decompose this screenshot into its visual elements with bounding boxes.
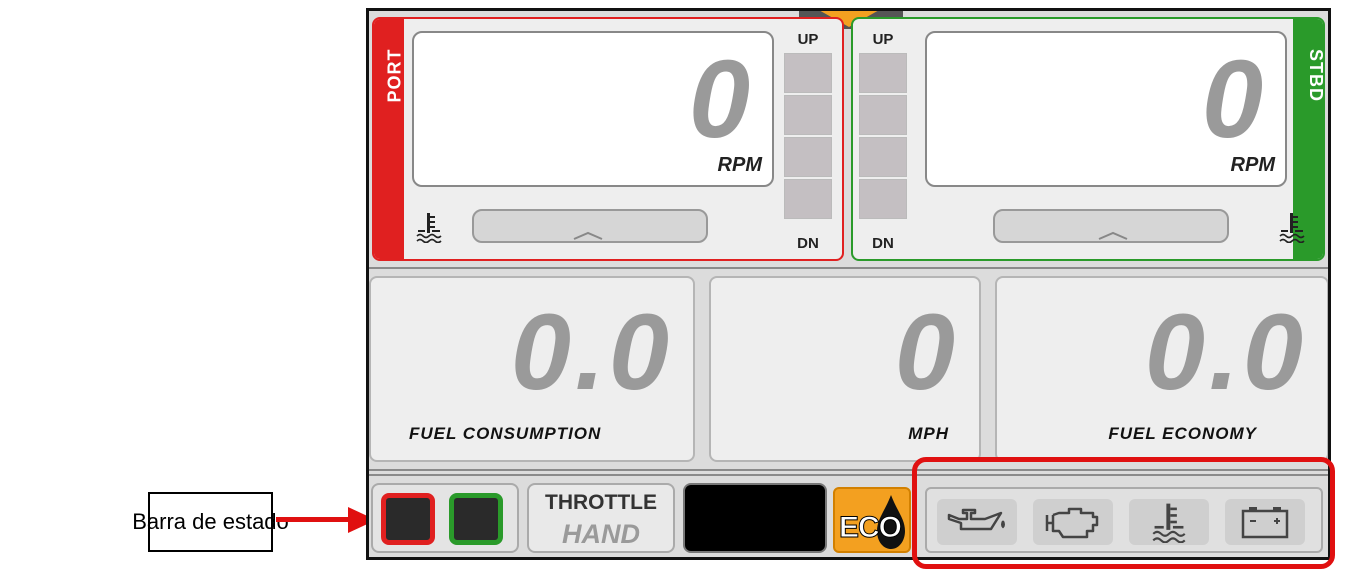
port-side-strip: PORT (374, 19, 405, 259)
speed-gauge[interactable]: 0 MPH (709, 276, 981, 462)
stbd-trim-dn-label: DN (872, 235, 894, 252)
fuel-economy-value: 0.0 (1144, 291, 1307, 412)
port-rpm-value: 0 (688, 38, 750, 161)
eco-mode-button[interactable]: ECO (833, 487, 911, 553)
annotation-callout: Barra de estado (132, 492, 289, 552)
speed-unit-label: MPH (908, 424, 949, 443)
throttle-mode-button[interactable]: THROTTLE HAND (527, 483, 675, 553)
stbd-trim-segment (859, 95, 907, 135)
eco-label: ECO (838, 511, 902, 545)
stbd-rpm-value: 0 (1201, 38, 1263, 161)
stbd-rpm-unit: RPM (1230, 154, 1275, 176)
port-label: PORT (384, 48, 405, 103)
fuel-economy-gauge[interactable]: 0.0 FUEL ECONOMY (995, 276, 1328, 462)
stbd-engine-select-button[interactable] (449, 493, 503, 545)
port-temp-bar (472, 209, 708, 243)
annotation-arrow-line (276, 517, 350, 522)
port-trim-dn-label: DN (797, 235, 819, 252)
stbd-trim-segment (859, 53, 907, 93)
stbd-trim-segment (859, 137, 907, 177)
stbd-trim-up-label: UP (872, 31, 894, 48)
speed-value: 0 (894, 291, 959, 412)
annotation-highlight-frame (912, 457, 1335, 569)
port-trim-segment (784, 179, 832, 219)
water-temp-icon (414, 211, 444, 244)
port-rpm-display[interactable]: 0 RPM (412, 31, 774, 187)
port-trim-segment (784, 53, 832, 93)
stbd-label: STBD (1306, 49, 1326, 102)
stbd-trim-indicator: UP DN (857, 31, 909, 253)
port-trim-up-label: UP (797, 31, 819, 48)
fuel-consumption-label: FUEL CONSUMPTION (409, 424, 602, 443)
port-engine-select-button[interactable] (381, 493, 435, 545)
fuel-economy-label: FUEL ECONOMY (1108, 424, 1257, 443)
section-divider (369, 267, 1328, 269)
port-trim-segment (784, 137, 832, 177)
stbd-rpm-display[interactable]: 0 RPM (925, 31, 1287, 187)
stbd-temp-bar (993, 209, 1229, 243)
port-trim-segment (784, 95, 832, 135)
port-engine-panel: PORT 0 RPM UP DN (372, 17, 844, 261)
stbd-trim-segment (859, 179, 907, 219)
throttle-mode-value: HAND (562, 519, 640, 549)
message-area (683, 483, 827, 553)
fuel-consumption-value: 0.0 (510, 291, 673, 412)
port-rpm-unit: RPM (717, 154, 762, 176)
throttle-title: THROTTLE (545, 491, 657, 514)
stbd-engine-panel: STBD 0 RPM UP DN (851, 17, 1326, 261)
fuel-consumption-gauge[interactable]: 0.0 FUEL CONSUMPTION (369, 276, 695, 462)
port-trim-indicator: UP DN (782, 31, 834, 253)
annotation-label: Barra de estado (132, 509, 289, 534)
water-temp-icon (1277, 211, 1307, 244)
